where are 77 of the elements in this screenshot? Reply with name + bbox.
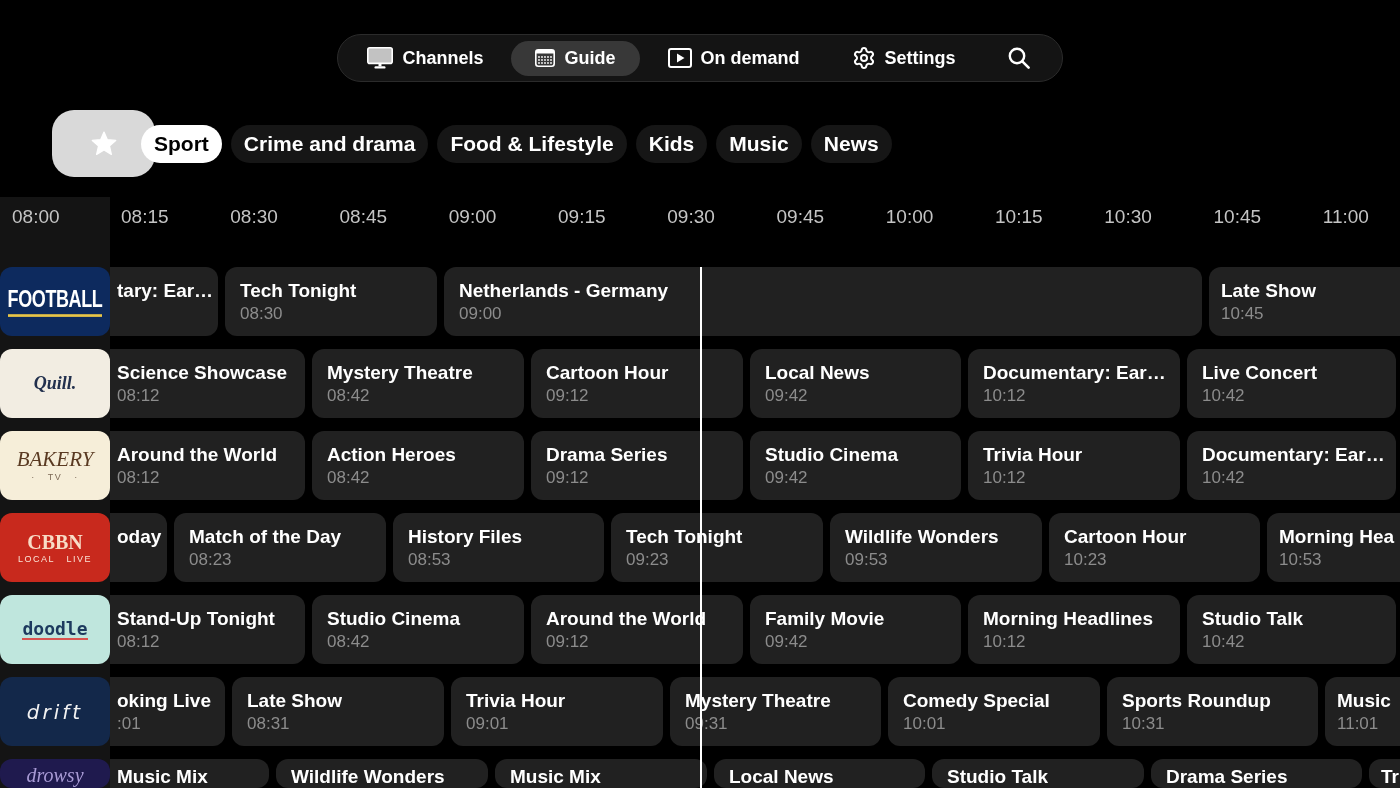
play-icon bbox=[667, 48, 692, 68]
star-icon bbox=[90, 131, 117, 156]
program-tile[interactable]: Action Heroes 08:42 bbox=[312, 431, 524, 500]
program-tile[interactable]: Trivia Hour 09:01 bbox=[451, 677, 663, 746]
calendar-icon bbox=[535, 49, 556, 67]
channel-logo: drift bbox=[0, 677, 110, 746]
program-tile[interactable]: Netherlands - Germany 09:00 bbox=[444, 267, 1202, 336]
channel-logo: BAKERY · TV · bbox=[0, 431, 110, 500]
category-tab[interactable]: Music bbox=[716, 124, 802, 163]
channel-logo: Quill. bbox=[0, 349, 110, 418]
time-label: 10:30 bbox=[1104, 206, 1152, 228]
category-tab[interactable]: Crime and drama bbox=[230, 124, 429, 163]
time-label: 09:45 bbox=[776, 206, 825, 228]
nav-tab[interactable]: Guide bbox=[511, 40, 640, 76]
program-tile[interactable]: Drama Series 09:12 bbox=[531, 431, 743, 500]
program-tile[interactable]: Local News 09:42 bbox=[750, 349, 961, 418]
program-tile[interactable]: Comedy Special 10:01 bbox=[888, 677, 1100, 746]
program-tile[interactable]: Tech Tonight 08:30 bbox=[225, 267, 437, 336]
program-tile[interactable]: Tr bbox=[1369, 759, 1400, 788]
program-tile[interactable]: Cartoon Hour 10:23 bbox=[1049, 513, 1260, 582]
program-tile[interactable]: Music Mix bbox=[495, 759, 707, 788]
program-tile[interactable]: Stand-Up Tonight 08:12 bbox=[110, 595, 305, 664]
category-tab[interactable]: News bbox=[810, 124, 892, 163]
program-tile[interactable]: Mystery Theatre 08:42 bbox=[312, 349, 524, 418]
program-tile[interactable]: Documentary: Ear… 10:12 bbox=[968, 349, 1180, 418]
program-tile[interactable]: Drama Series bbox=[1151, 759, 1362, 788]
program-tile[interactable]: Late Show 08:31 bbox=[232, 677, 444, 746]
time-label: 11:00 bbox=[1322, 206, 1369, 228]
time-label: 09:30 bbox=[667, 206, 715, 228]
program-tile[interactable]: Trivia Hour 10:12 bbox=[968, 431, 1180, 500]
nav-tab[interactable]: On demand bbox=[643, 40, 824, 76]
category-tab[interactable]: Kids bbox=[635, 124, 708, 163]
settings-icon bbox=[851, 46, 876, 70]
monitor-icon bbox=[367, 47, 394, 69]
program-tile[interactable]: Family Movie 09:42 bbox=[750, 595, 961, 664]
program-tile[interactable]: Late Show 10:45 bbox=[1209, 267, 1400, 336]
program-tile[interactable]: oking Live :01 bbox=[110, 677, 225, 746]
time-label: 08:15 bbox=[121, 206, 169, 228]
program-tile[interactable]: History Files 08:53 bbox=[393, 513, 604, 582]
channel-logo: drowsy bbox=[0, 759, 110, 788]
favorites-button[interactable] bbox=[52, 110, 155, 177]
channel-logo: FOOTBALL bbox=[0, 267, 110, 336]
program-tile[interactable]: Music Mix bbox=[110, 759, 269, 788]
program-tile[interactable]: Live Concert 10:42 bbox=[1187, 349, 1396, 418]
nav-tab[interactable]: Settings bbox=[827, 40, 980, 76]
program-tile[interactable]: Studio Cinema 09:42 bbox=[750, 431, 961, 500]
category-tab[interactable]: Food & Lifestyle bbox=[437, 124, 627, 163]
program-tile[interactable]: Documentary: Ear… 10:42 bbox=[1187, 431, 1396, 500]
program-tile[interactable]: Morning Headlines 10:12 bbox=[968, 595, 1180, 664]
time-label: 09:00 bbox=[448, 206, 497, 228]
program-tile[interactable]: Science Showcase 08:12 bbox=[110, 349, 305, 418]
program-tile[interactable]: Morning Hea 10:53 bbox=[1267, 513, 1400, 582]
program-tile[interactable]: Wildlife Wonders 09:53 bbox=[830, 513, 1042, 582]
program-tile[interactable]: Studio Talk bbox=[932, 759, 1144, 788]
search-icon bbox=[1007, 47, 1030, 69]
program-tile[interactable]: Local News bbox=[714, 759, 925, 788]
program-tile[interactable]: tary: Ear… bbox=[110, 267, 218, 336]
program-tile[interactable]: Around the World 08:12 bbox=[110, 431, 305, 500]
time-label: 09:15 bbox=[558, 206, 606, 228]
time-label: 08:30 bbox=[230, 206, 278, 228]
time-label: 08:00 bbox=[12, 206, 60, 228]
time-label: 10:15 bbox=[995, 206, 1043, 228]
channel-logo: doodle bbox=[0, 595, 110, 664]
program-tile[interactable]: Cartoon Hour 09:12 bbox=[531, 349, 743, 418]
nav-tab[interactable]: Channels bbox=[343, 40, 508, 76]
program-tile[interactable]: Match of the Day 08:23 bbox=[174, 513, 386, 582]
program-tile[interactable]: Wildlife Wonders bbox=[276, 759, 488, 788]
program-tile[interactable]: Studio Cinema 08:42 bbox=[312, 595, 524, 664]
time-label: 10:45 bbox=[1213, 206, 1262, 228]
program-tile[interactable]: oday bbox=[110, 513, 167, 582]
time-label: 10:00 bbox=[885, 206, 934, 228]
category-tab[interactable]: Sport bbox=[141, 124, 222, 163]
program-tile[interactable]: Studio Talk 10:42 bbox=[1187, 595, 1396, 664]
time-label: 08:45 bbox=[339, 206, 388, 228]
program-tile[interactable]: Music 11:01 bbox=[1325, 677, 1400, 746]
program-tile[interactable]: Sports Roundup 10:31 bbox=[1107, 677, 1318, 746]
channel-logo: CBBN LOCAL LIVE bbox=[0, 513, 110, 582]
